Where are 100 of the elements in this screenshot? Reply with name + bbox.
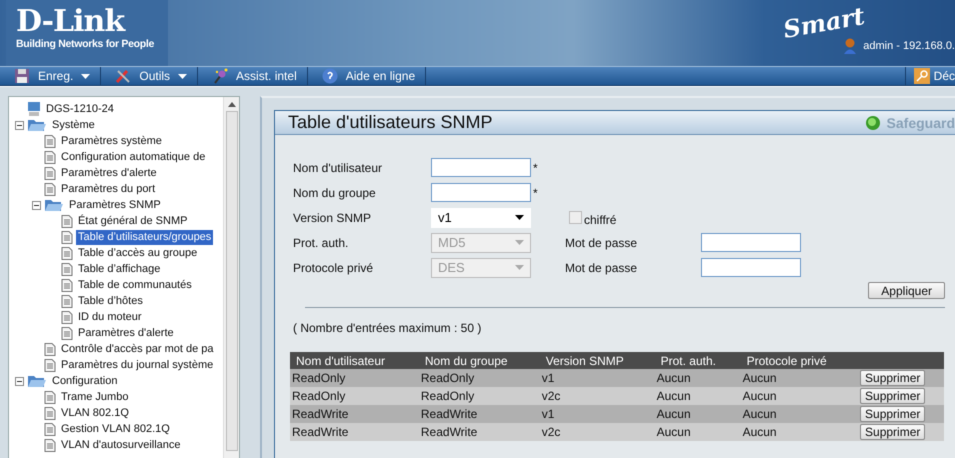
field-label: Prot. auth.: [293, 236, 350, 250]
scrollbar-thumb[interactable]: [226, 111, 238, 451]
document-icon: [61, 278, 73, 292]
tree-item[interactable]: Configuration automatique de: [59, 150, 208, 164]
field-label: Version SNMP: [293, 210, 372, 224]
user-icon: [843, 38, 858, 54]
tree-item[interactable]: VLAN 802.1Q: [59, 406, 131, 420]
table-cell: ReadOnly: [290, 369, 419, 387]
menu-item[interactable]: Enreg.: [0, 66, 102, 86]
document-icon: [44, 422, 56, 436]
document-icon: [44, 182, 56, 196]
tree-item[interactable]: Table de communautés: [76, 278, 194, 292]
tree-item[interactable]: Table d’hôtes: [76, 294, 145, 308]
table-cell: Aucun: [740, 369, 858, 387]
document-icon: [61, 230, 73, 244]
computer-icon: [27, 101, 41, 117]
tree-item[interactable]: Table d’accès au groupe: [76, 246, 200, 260]
dropdown[interactable]: v1: [431, 208, 531, 228]
input-field[interactable]: [431, 158, 531, 177]
password-field[interactable]: [701, 233, 801, 252]
product-logo: Smart: [781, 3, 867, 43]
table-cell: Aucun: [740, 387, 858, 405]
table-cell: v2c: [540, 387, 655, 405]
folder-icon: [44, 198, 64, 212]
logo: D-Link: [16, 6, 126, 38]
tagline: Building Networks for People: [16, 38, 156, 50]
document-icon: [44, 358, 56, 372]
delete-button[interactable]: Supprimer: [860, 388, 926, 404]
collapse-icon: [15, 120, 24, 130]
tree-item[interactable]: VLAN d'autosurveillance: [59, 438, 183, 452]
table-cell: Aucun: [654, 369, 741, 387]
table-cell: ReadOnly: [418, 369, 540, 387]
tree-item[interactable]: Table d’affichage: [76, 262, 162, 276]
menu-item[interactable]: Aide en ligne: [308, 66, 426, 86]
document-icon: [61, 246, 73, 260]
table-cell: ReadOnly: [418, 387, 540, 405]
tree-item[interactable]: Paramètres du port: [59, 182, 158, 196]
table-cell: Aucun: [740, 423, 858, 441]
delete-button[interactable]: Supprimer: [860, 424, 926, 440]
tree-item[interactable]: ID du moteur: [76, 310, 144, 324]
field-label: Nom d'utilisateur: [293, 160, 383, 174]
tree-item[interactable]: Gestion VLAN 802.1Q: [59, 422, 172, 436]
tree-item[interactable]: Système: [50, 118, 97, 132]
table-cell: Aucun: [740, 405, 858, 423]
delete-button[interactable]: Supprimer: [860, 370, 926, 386]
help-icon: [322, 68, 338, 84]
safeguard-label: Safeguard: [886, 114, 955, 130]
column-header: Nom d'utilisateur: [290, 352, 419, 369]
table-cell: Aucun: [654, 387, 741, 405]
tree-item[interactable]: DGS-1210-24: [44, 102, 116, 116]
document-icon: [44, 134, 56, 148]
tree-item[interactable]: Paramètres du journal système: [59, 358, 216, 372]
document-icon: [44, 150, 56, 164]
checkbox-label: chiffré: [584, 212, 616, 226]
apply-button[interactable]: Appliquer: [868, 282, 945, 299]
tree-item[interactable]: Configuration: [50, 374, 120, 388]
column-header: Version SNMP: [540, 352, 655, 369]
document-icon: [61, 310, 73, 324]
menu-item[interactable]: Assist. intel: [198, 66, 308, 86]
user-info: admin - 192.168.0.: [863, 40, 955, 52]
caret-icon: [515, 265, 524, 270]
table-cell: ReadWrite: [290, 423, 419, 441]
document-icon: [61, 214, 73, 228]
caret-icon: [515, 240, 524, 245]
logout-button[interactable]: Déc: [904, 66, 955, 86]
column-header: Prot. auth.: [654, 352, 741, 369]
column-header: Nom du groupe: [418, 352, 540, 369]
menu-item[interactable]: Outils: [101, 66, 198, 86]
delete-button[interactable]: Supprimer: [860, 406, 926, 422]
document-icon: [44, 166, 56, 180]
tools-icon: [115, 68, 132, 84]
tree-item[interactable]: État général de SNMP: [76, 214, 190, 228]
scrollbar[interactable]: [223, 97, 239, 458]
document-icon: [61, 294, 73, 308]
entry-count: ( Nombre d'entrées maximum : 50 ): [293, 321, 482, 335]
required-mark: *: [533, 186, 538, 200]
document-icon: [61, 262, 73, 276]
field-label: Nom du groupe: [293, 186, 377, 200]
table-cell: Aucun: [654, 405, 741, 423]
table-cell: v1: [540, 369, 655, 387]
input-field[interactable]: [431, 183, 531, 202]
tree-item[interactable]: Trame Jumbo: [59, 390, 130, 404]
column-header: Protocole privé: [740, 352, 858, 369]
table-cell: ReadOnly: [290, 387, 419, 405]
document-icon: [61, 326, 73, 340]
document-icon: [44, 438, 56, 452]
tree-item[interactable]: Paramètres système: [59, 134, 164, 148]
tree-item[interactable]: Table d’utilisateurs/groupes: [76, 230, 214, 244]
collapse-icon: [32, 200, 41, 210]
table-cell: ReadWrite: [290, 405, 419, 423]
field-label: Mot de passe: [565, 260, 638, 274]
tree-item[interactable]: Paramètres d'alerte: [76, 326, 176, 340]
tree-item[interactable]: Paramètres d'alerte: [59, 166, 159, 180]
field-label: Mot de passe: [565, 236, 638, 250]
caret-icon: [178, 74, 188, 78]
scroll-up-icon: [228, 102, 236, 107]
tree-item[interactable]: Paramètres SNMP: [67, 198, 163, 212]
tree-item[interactable]: Contrôle d'accès par mot de pa: [59, 342, 216, 356]
table-cell: Aucun: [654, 423, 741, 441]
password-field[interactable]: [701, 258, 801, 277]
